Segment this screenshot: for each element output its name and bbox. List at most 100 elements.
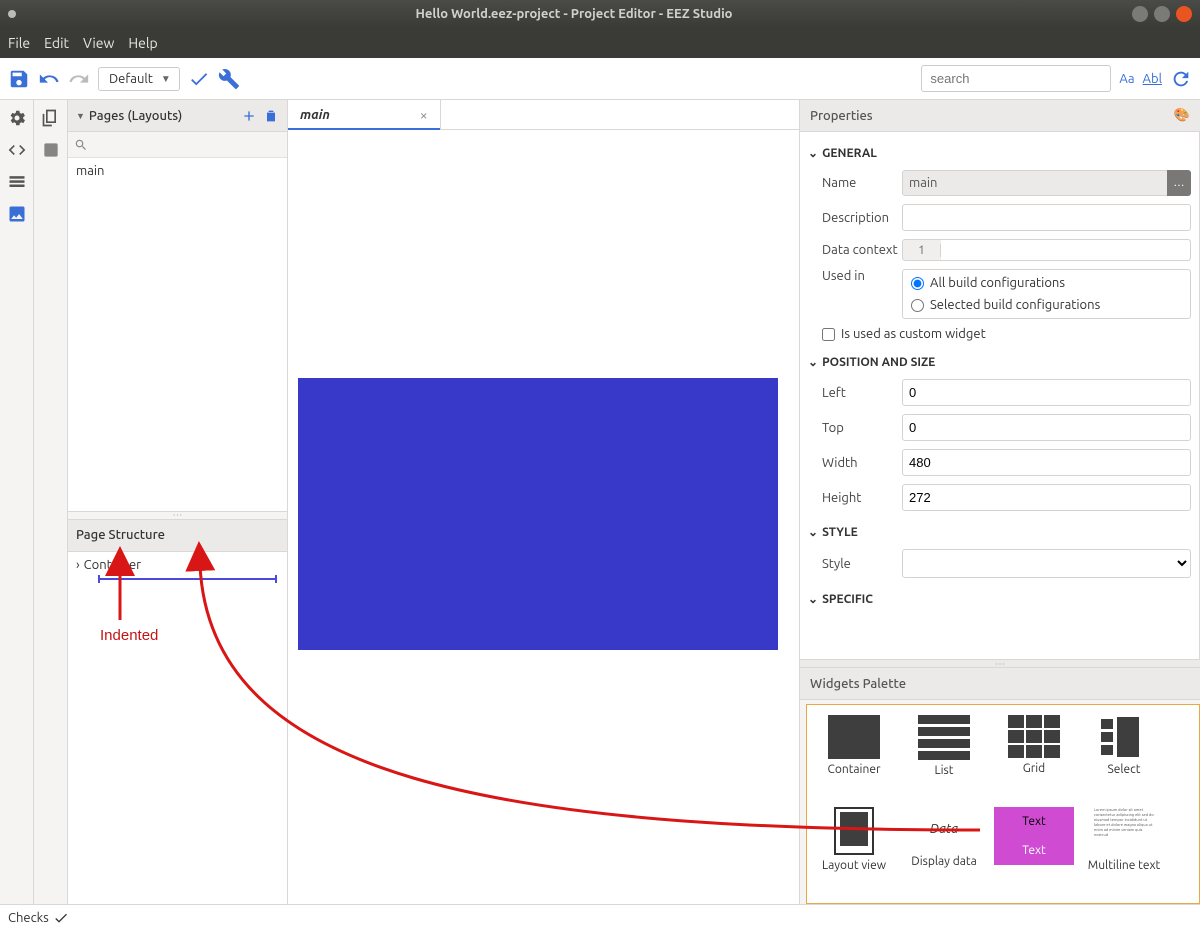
chevron-down-icon: ⌄ — [808, 355, 818, 369]
input-height[interactable] — [902, 484, 1191, 511]
add-page-icon[interactable] — [241, 108, 257, 124]
menubar: File Edit View Help — [0, 28, 1200, 58]
gear-icon[interactable] — [7, 108, 27, 128]
widget-display-data[interactable]: DataDisplay data — [901, 805, 987, 896]
input-left[interactable] — [902, 379, 1191, 406]
section-specific[interactable]: ⌄SPECIFIC — [808, 586, 1191, 612]
properties-body: ⌄GENERAL Name main … Description Data co… — [800, 132, 1200, 659]
properties-title: Properties — [810, 109, 1174, 123]
input-width[interactable] — [902, 449, 1191, 476]
left-panel: ▼ Pages (Layouts) main ⋯ Page Structure … — [68, 100, 288, 904]
widget-select[interactable]: Select — [1081, 713, 1167, 801]
canvas-tab-main[interactable]: main × — [288, 100, 441, 129]
view-bar — [34, 100, 68, 904]
right-splitter[interactable]: ⋯ — [800, 659, 1200, 668]
pages-rail-icon[interactable] — [41, 108, 61, 128]
wrench-icon[interactable] — [218, 68, 240, 90]
caret-down-icon: ▼ — [161, 73, 171, 85]
label-top: Top — [822, 421, 902, 435]
menu-edit[interactable]: Edit — [44, 35, 69, 51]
window-title: Hello World.eez-project - Project Editor… — [22, 7, 1126, 21]
page-list-item[interactable]: main — [68, 158, 287, 184]
search-input[interactable] — [921, 65, 1111, 92]
activity-bar — [0, 100, 34, 904]
label-data-context: Data context — [822, 243, 902, 257]
label-description: Description — [822, 211, 902, 225]
status-checks-label[interactable]: Checks — [8, 911, 49, 925]
name-more-button[interactable]: … — [1167, 170, 1191, 196]
section-general[interactable]: ⌄GENERAL — [808, 140, 1191, 166]
search-icon — [74, 138, 88, 152]
palette-icon[interactable]: 🎨 — [1174, 108, 1190, 123]
widget-grid[interactable]: Grid — [991, 713, 1077, 801]
match-case-toggle[interactable]: Aa — [1119, 72, 1134, 86]
palette-body: Container List Grid Select Layout view D… — [806, 704, 1200, 904]
tab-label: main — [300, 108, 330, 122]
statusbar: Checks — [0, 904, 1200, 930]
delete-page-icon[interactable] — [263, 108, 279, 124]
structure-item-label: Container — [84, 558, 141, 572]
chevron-right-icon: › — [76, 558, 80, 572]
code-icon[interactable] — [7, 140, 27, 160]
input-top[interactable] — [902, 414, 1191, 441]
chevron-down-icon: ⌄ — [808, 146, 818, 160]
titlebar-dot — [8, 10, 16, 18]
refresh-icon[interactable] — [1170, 68, 1192, 90]
check-icon — [53, 910, 69, 926]
label-left: Left — [822, 386, 902, 400]
canvas-viewport[interactable] — [288, 130, 799, 904]
config-select[interactable]: Default ▼ — [98, 67, 180, 91]
structure-panel-title: Page Structure — [76, 528, 165, 542]
select-style[interactable] — [902, 549, 1191, 578]
undo-icon[interactable] — [38, 68, 60, 90]
minimize-button[interactable] — [1132, 6, 1148, 22]
maximize-button[interactable] — [1154, 6, 1170, 22]
close-window-button[interactable] — [1176, 6, 1192, 22]
section-style[interactable]: ⌄STYLE — [808, 519, 1191, 545]
canvas-area: main × — [288, 100, 800, 904]
structure-panel-header: Page Structure — [68, 520, 287, 552]
menu-help[interactable]: Help — [128, 35, 157, 51]
checkbox-custom-widget[interactable] — [822, 328, 835, 341]
input-name[interactable]: main — [902, 170, 1170, 196]
chevron-down-icon: ⌄ — [808, 592, 818, 606]
structure-item-container[interactable]: › Container — [68, 552, 287, 578]
pages-panel-header: ▼ Pages (Layouts) — [68, 100, 287, 132]
label-custom-widget: Is used as custom widget — [841, 327, 986, 341]
menu-view[interactable]: View — [83, 35, 114, 51]
widget-multiline-text[interactable]: Lorem ipsum dolor sit amet consectetur a… — [1081, 805, 1167, 896]
toolbar: Default ▼ Aa Abl — [0, 58, 1200, 100]
canvas-tabs: main × — [288, 100, 799, 130]
layers-rail-icon[interactable] — [41, 140, 61, 160]
redo-icon[interactable] — [68, 68, 90, 90]
label-width: Width — [822, 456, 902, 470]
page-preview[interactable] — [298, 378, 778, 650]
label-name: Name — [822, 176, 902, 190]
section-position[interactable]: ⌄POSITION AND SIZE — [808, 349, 1191, 375]
input-data-context[interactable]: 1 — [902, 239, 1191, 261]
storage-icon[interactable] — [7, 172, 27, 192]
save-icon[interactable] — [8, 68, 30, 90]
widget-container[interactable]: Container — [811, 713, 897, 801]
used-in-group: All build configurations Selected build … — [902, 269, 1191, 319]
radio-all-configs[interactable]: All build configurations — [911, 276, 1182, 290]
image-icon[interactable] — [7, 204, 27, 224]
tab-close-icon[interactable]: × — [420, 107, 428, 123]
input-description[interactable] — [902, 204, 1191, 231]
pages-search[interactable] — [68, 132, 287, 158]
caret-down-icon: ▼ — [76, 111, 85, 121]
panel-splitter[interactable]: ⋯ — [68, 511, 287, 520]
widget-list[interactable]: List — [901, 713, 987, 801]
workspace: ▼ Pages (Layouts) main ⋯ Page Structure … — [0, 100, 1200, 904]
radio-selected-configs[interactable]: Selected build configurations — [911, 298, 1182, 312]
widget-text[interactable]: TextText — [991, 805, 1077, 896]
drop-indicator — [98, 578, 277, 580]
check-icon[interactable] — [188, 68, 210, 90]
config-label: Default — [109, 72, 153, 86]
menu-file[interactable]: File — [8, 35, 30, 51]
properties-header: Properties 🎨 — [800, 100, 1200, 132]
whole-word-toggle[interactable]: Abl — [1143, 72, 1162, 86]
widget-layout-view[interactable]: Layout view — [811, 805, 897, 896]
pages-panel-title: Pages (Layouts) — [89, 109, 235, 123]
palette-title: Widgets Palette — [810, 677, 906, 691]
